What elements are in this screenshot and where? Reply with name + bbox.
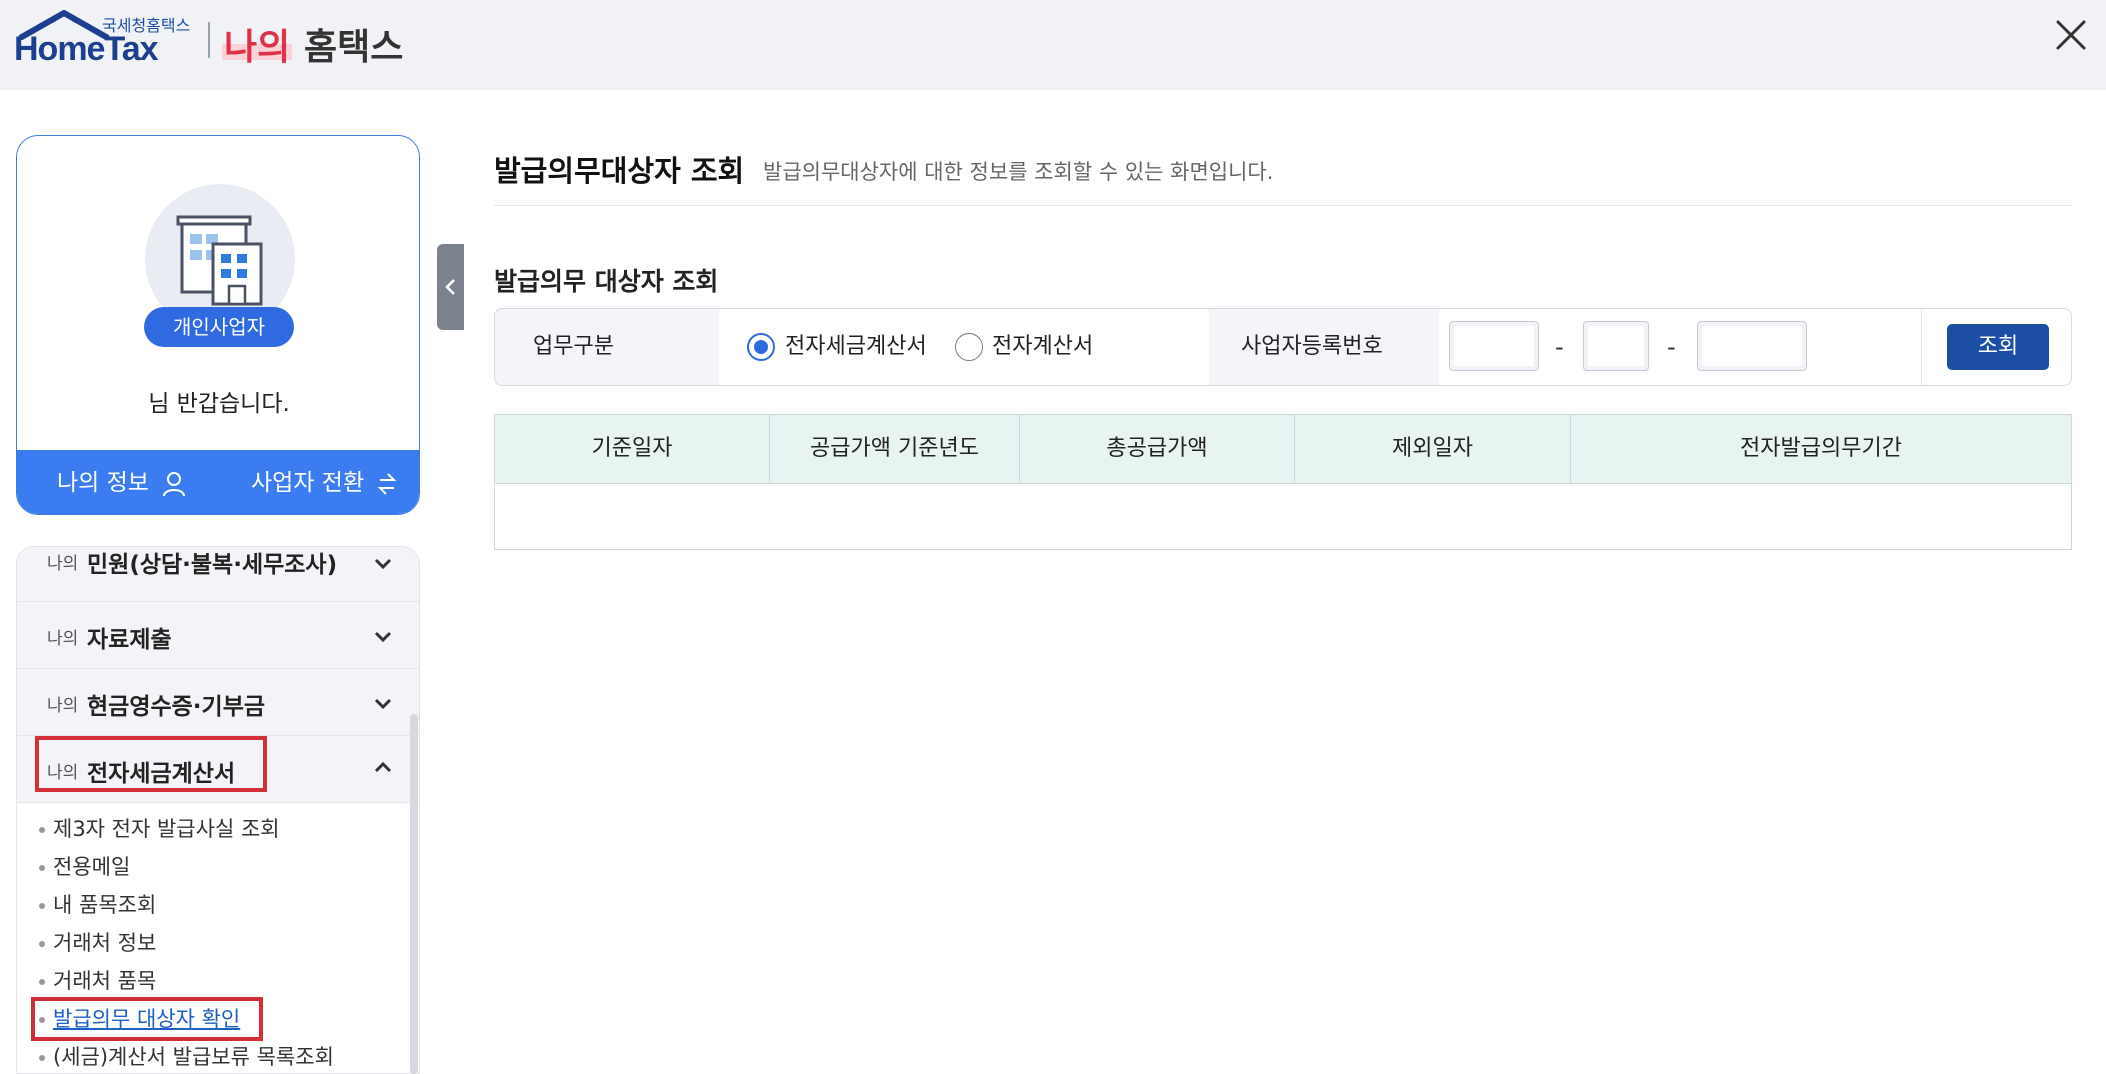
my-info-button[interactable]: 나의 정보 xyxy=(57,450,186,514)
chevron-down-icon xyxy=(374,698,392,710)
my-info-label: 나의 정보 xyxy=(57,470,149,496)
top-bar: 국세청홈택스 HomeTax 나의 홈택스 xyxy=(0,0,2106,90)
page-description: 발급의무대상자에 대한 정보를 조회할 수 있는 화면입니다. xyxy=(763,160,1274,184)
column-header: 기준일자 xyxy=(495,415,770,483)
section-title: 발급의무 대상자 조회 xyxy=(494,267,719,296)
sub-item-label: (세금)계산서 발급보류 목록조회 xyxy=(53,1045,334,1069)
sub-item-label: 거래처 정보 xyxy=(53,931,157,955)
chevron-down-icon xyxy=(374,558,392,570)
biz-no-label: 사업자등록번호 xyxy=(1209,309,1439,385)
logo-divider xyxy=(208,22,210,58)
sub-item-label: 거래처 품목 xyxy=(53,969,157,993)
sub-item-partner-info[interactable]: 거래처 정보 xyxy=(39,927,156,957)
bullet xyxy=(39,865,45,871)
separator: - xyxy=(1667,333,1676,361)
menu-label: 자료제출 xyxy=(87,627,172,653)
menu-label: 민원(상담·불복·세무조사) xyxy=(87,552,338,578)
hometax-logo[interactable]: 국세청홈택스 HomeTax xyxy=(14,6,194,68)
profile-card: 개인사업자 님 반갑습니다. 나의 정보 사업자 전환 xyxy=(16,135,420,515)
sub-item-label: 제3자 전자 발급사실 조회 xyxy=(53,817,280,841)
sidebar-collapse-button[interactable] xyxy=(437,244,464,330)
menu-label: 현금영수증·기부금 xyxy=(87,694,266,720)
switch-business-label: 사업자 전환 xyxy=(251,470,365,496)
menu-prefix: 나의 xyxy=(47,696,79,716)
chevron-down-icon xyxy=(374,631,392,643)
chevron-up-icon xyxy=(374,761,392,773)
separator: - xyxy=(1555,333,1564,361)
sub-item-dedicated-mail[interactable]: 전용메일 xyxy=(39,851,130,881)
biz-no-input-2[interactable] xyxy=(1583,321,1649,371)
result-table: 기준일자 공급가액 기준년도 총공급가액 제외일자 전자발급의무기간 xyxy=(494,414,2072,550)
logo-text: HomeTax xyxy=(14,30,159,68)
highlight-box xyxy=(35,736,267,792)
sidebar-menu: 나의 민원(상담·불복·세무조사) 나의 자료제출 나의 현금영수증·기부금 나… xyxy=(16,546,420,1074)
sub-item-label: 내 품목조회 xyxy=(53,893,157,917)
menu-item-cash-receipt[interactable]: 나의 현금영수증·기부금 xyxy=(17,669,419,736)
search-form: 업무구분 전자세금계산서 전자계산서 사업자등록번호 - - 조회 xyxy=(494,308,2072,386)
divider xyxy=(494,205,2072,206)
person-icon xyxy=(163,471,186,496)
menu-item-civil[interactable]: 나의 민원(상담·불복·세무조사) xyxy=(17,547,419,602)
column-header: 전자발급의무기간 xyxy=(1740,436,1902,461)
switch-arrows-icon xyxy=(378,472,397,495)
brand-hometax: 홈택스 xyxy=(304,27,404,68)
bullet xyxy=(39,979,45,985)
column-header: 제외일자 xyxy=(1295,415,1571,483)
divider xyxy=(1921,309,1922,385)
bullet xyxy=(39,941,45,947)
greeting-text: 님 반갑습니다. xyxy=(148,391,290,417)
sidebar-scrollbar[interactable] xyxy=(410,714,418,1074)
page-title: 발급의무대상자 조회 xyxy=(494,154,745,188)
chevron-left-icon xyxy=(445,279,455,295)
radio-label[interactable]: 전자세금계산서 xyxy=(785,309,927,385)
sub-item-third-party[interactable]: 제3자 전자 발급사실 조회 xyxy=(39,813,280,843)
highlight-box xyxy=(31,997,263,1041)
bullet xyxy=(39,1055,45,1061)
table-header: 기준일자 공급가액 기준년도 총공급가액 제외일자 전자발급의무기간 xyxy=(495,415,2071,484)
menu-prefix: 나의 xyxy=(47,629,79,649)
menu-prefix: 나의 xyxy=(47,554,79,574)
work-type-label: 업무구분 xyxy=(495,309,719,385)
sub-item-pending-list[interactable]: (세금)계산서 발급보류 목록조회 xyxy=(39,1041,334,1071)
profile-action-bar: 나의 정보 사업자 전환 xyxy=(17,450,419,514)
column-header: 총공급가액 xyxy=(1020,415,1295,483)
close-icon[interactable] xyxy=(2054,18,2088,52)
bullet xyxy=(39,903,45,909)
sub-item-my-items[interactable]: 내 품목조회 xyxy=(39,889,156,919)
bullet xyxy=(39,827,45,833)
switch-business-button[interactable]: 사업자 전환 xyxy=(251,450,397,514)
biz-no-input-3[interactable] xyxy=(1697,321,1807,371)
search-button[interactable]: 조회 xyxy=(1947,324,2049,370)
menu-item-data-submission[interactable]: 나의 자료제출 xyxy=(17,602,419,669)
radio-label[interactable]: 전자계산서 xyxy=(992,309,1093,385)
biz-no-input-1[interactable] xyxy=(1449,321,1539,371)
brand-na: 나의 xyxy=(224,27,291,68)
user-type-badge: 개인사업자 xyxy=(144,307,294,347)
sub-item-label: 전용메일 xyxy=(53,855,131,879)
sub-item-partner-items[interactable]: 거래처 품목 xyxy=(39,965,156,995)
radio-e-tax-invoice[interactable] xyxy=(747,333,775,361)
column-header: 공급가액 기준년도 xyxy=(770,415,1020,483)
radio-e-invoice[interactable] xyxy=(955,333,983,361)
